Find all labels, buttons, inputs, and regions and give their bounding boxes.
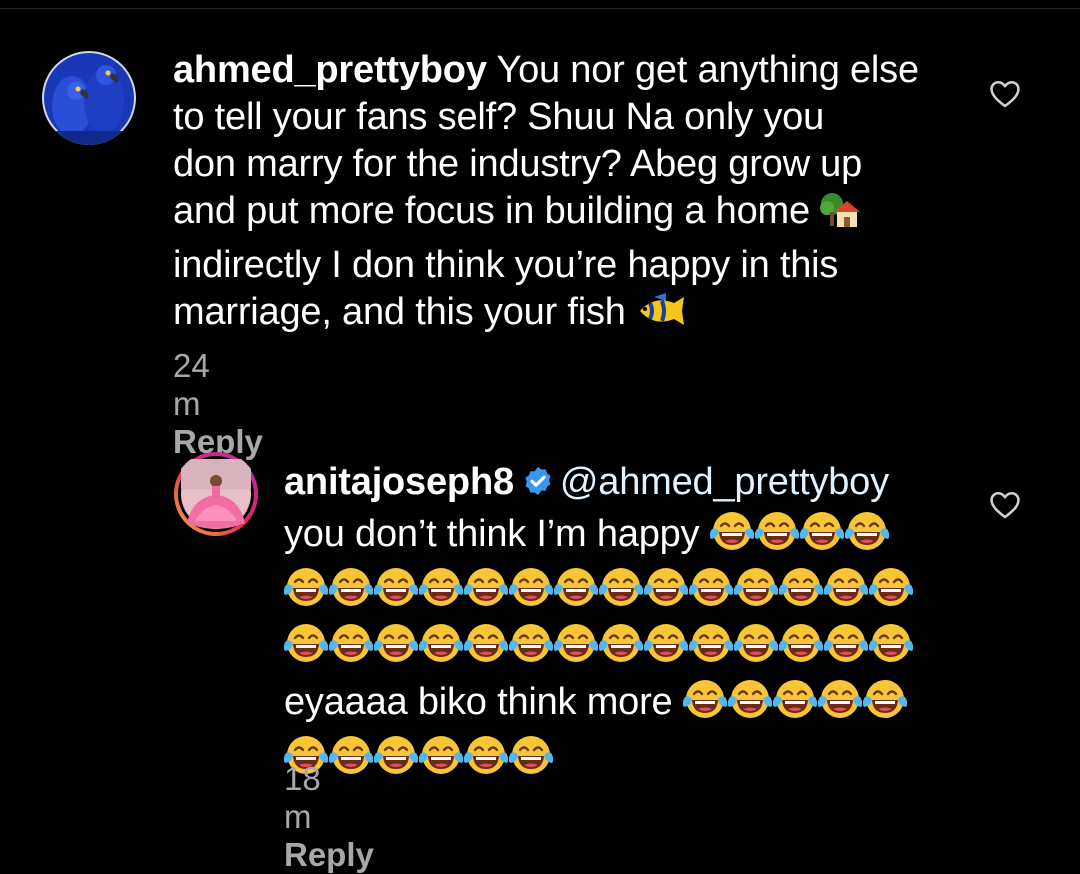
emoji-line: you don’t think I’m happy (284, 509, 984, 565)
face-with-tears-of-joy-icon (418, 565, 464, 621)
face-with-tears-of-joy-icon (754, 509, 800, 565)
face-with-tears-of-joy-icon (844, 509, 890, 565)
comment-text-line: to tell your fans self? Shuu Na only you (173, 96, 825, 138)
comment-text-line: marriage, and this your fish (173, 291, 637, 333)
face-with-tears-of-joy-icon (283, 621, 329, 677)
face-with-tears-of-joy-icon (823, 565, 869, 621)
comment-text-line: indirectly I don think you’re happy in t… (173, 244, 839, 286)
face-with-tears-of-joy-icon (598, 565, 644, 621)
face-with-tears-of-joy-icon (727, 677, 773, 733)
comment-text-line: eyaaaa biko think more (284, 681, 683, 723)
emoji-line: eyaaaa biko think more (284, 677, 984, 733)
face-with-tears-of-joy-icon (682, 677, 728, 733)
face-with-tears-of-joy-icon (733, 621, 779, 677)
emoji-line (283, 733, 984, 789)
face-with-tears-of-joy-icon (373, 621, 419, 677)
comment-meta: 24 m Reply (173, 347, 263, 461)
face-with-tears-of-joy-icon (862, 677, 908, 733)
comment-text-line: you don’t think I’m happy (284, 513, 710, 555)
face-with-tears-of-joy-icon (463, 733, 509, 789)
comment-body: anitajoseph8 @ahmed_prettyboy you don’t … (283, 459, 984, 789)
emoji-line (283, 565, 984, 621)
face-with-tears-of-joy-icon (772, 677, 818, 733)
face-with-tears-of-joy-icon (778, 565, 824, 621)
face-with-tears-of-joy-icon (688, 565, 734, 621)
username[interactable]: anitajoseph8 (284, 461, 514, 503)
username[interactable]: ahmed_prettyboy (173, 49, 487, 91)
face-with-tears-of-joy-icon (553, 565, 599, 621)
face-with-tears-of-joy-icon (688, 621, 734, 677)
face-with-tears-of-joy-icon (733, 565, 779, 621)
face-with-tears-of-joy-icon (553, 621, 599, 677)
verified-badge-icon (522, 462, 554, 509)
face-with-tears-of-joy-icon (643, 621, 689, 677)
house-with-garden-icon (820, 190, 861, 242)
face-with-tears-of-joy-icon (709, 509, 755, 565)
face-with-tears-of-joy-icon (817, 677, 863, 733)
avatar[interactable] (173, 451, 259, 537)
comment-meta: 18 m Reply (284, 760, 374, 874)
face-with-tears-of-joy-icon (373, 565, 419, 621)
face-with-tears-of-joy-icon (508, 565, 554, 621)
face-with-tears-of-joy-icon (868, 565, 914, 621)
face-with-tears-of-joy-icon (463, 621, 509, 677)
like-heart-icon[interactable] (988, 488, 1022, 522)
comment-text-line: and put more focus in building a home (173, 190, 821, 232)
face-with-tears-of-joy-icon (508, 621, 554, 677)
face-with-tears-of-joy-icon (373, 733, 419, 789)
face-with-tears-of-joy-icon (778, 621, 824, 677)
face-with-tears-of-joy-icon (463, 565, 509, 621)
face-with-tears-of-joy-icon (328, 621, 374, 677)
emoji-line (283, 621, 984, 677)
face-with-tears-of-joy-icon (418, 733, 464, 789)
face-with-tears-of-joy-icon (643, 565, 689, 621)
tropical-fish-icon (636, 291, 686, 343)
comment-body: ahmed_prettyboy You nor get anything els… (173, 47, 963, 343)
face-with-tears-of-joy-icon (283, 565, 329, 621)
divider (0, 8, 1080, 9)
face-with-tears-of-joy-icon (508, 733, 554, 789)
face-with-tears-of-joy-icon (823, 621, 869, 677)
timestamp: 18 m (284, 760, 321, 835)
face-with-tears-of-joy-icon (598, 621, 644, 677)
timestamp: 24 m (173, 347, 210, 422)
avatar[interactable] (42, 51, 136, 145)
face-with-tears-of-joy-icon (868, 621, 914, 677)
reply-button[interactable]: Reply (284, 836, 374, 873)
face-with-tears-of-joy-icon (799, 509, 845, 565)
face-with-tears-of-joy-icon (418, 621, 464, 677)
comment-text-line: don marry for the industry? Abeg grow up (173, 143, 863, 185)
like-heart-icon[interactable] (988, 77, 1022, 111)
comment-text-line: You nor get anything else (486, 49, 919, 91)
face-with-tears-of-joy-icon (328, 565, 374, 621)
mention-link[interactable]: @ahmed_prettyboy (560, 461, 889, 503)
